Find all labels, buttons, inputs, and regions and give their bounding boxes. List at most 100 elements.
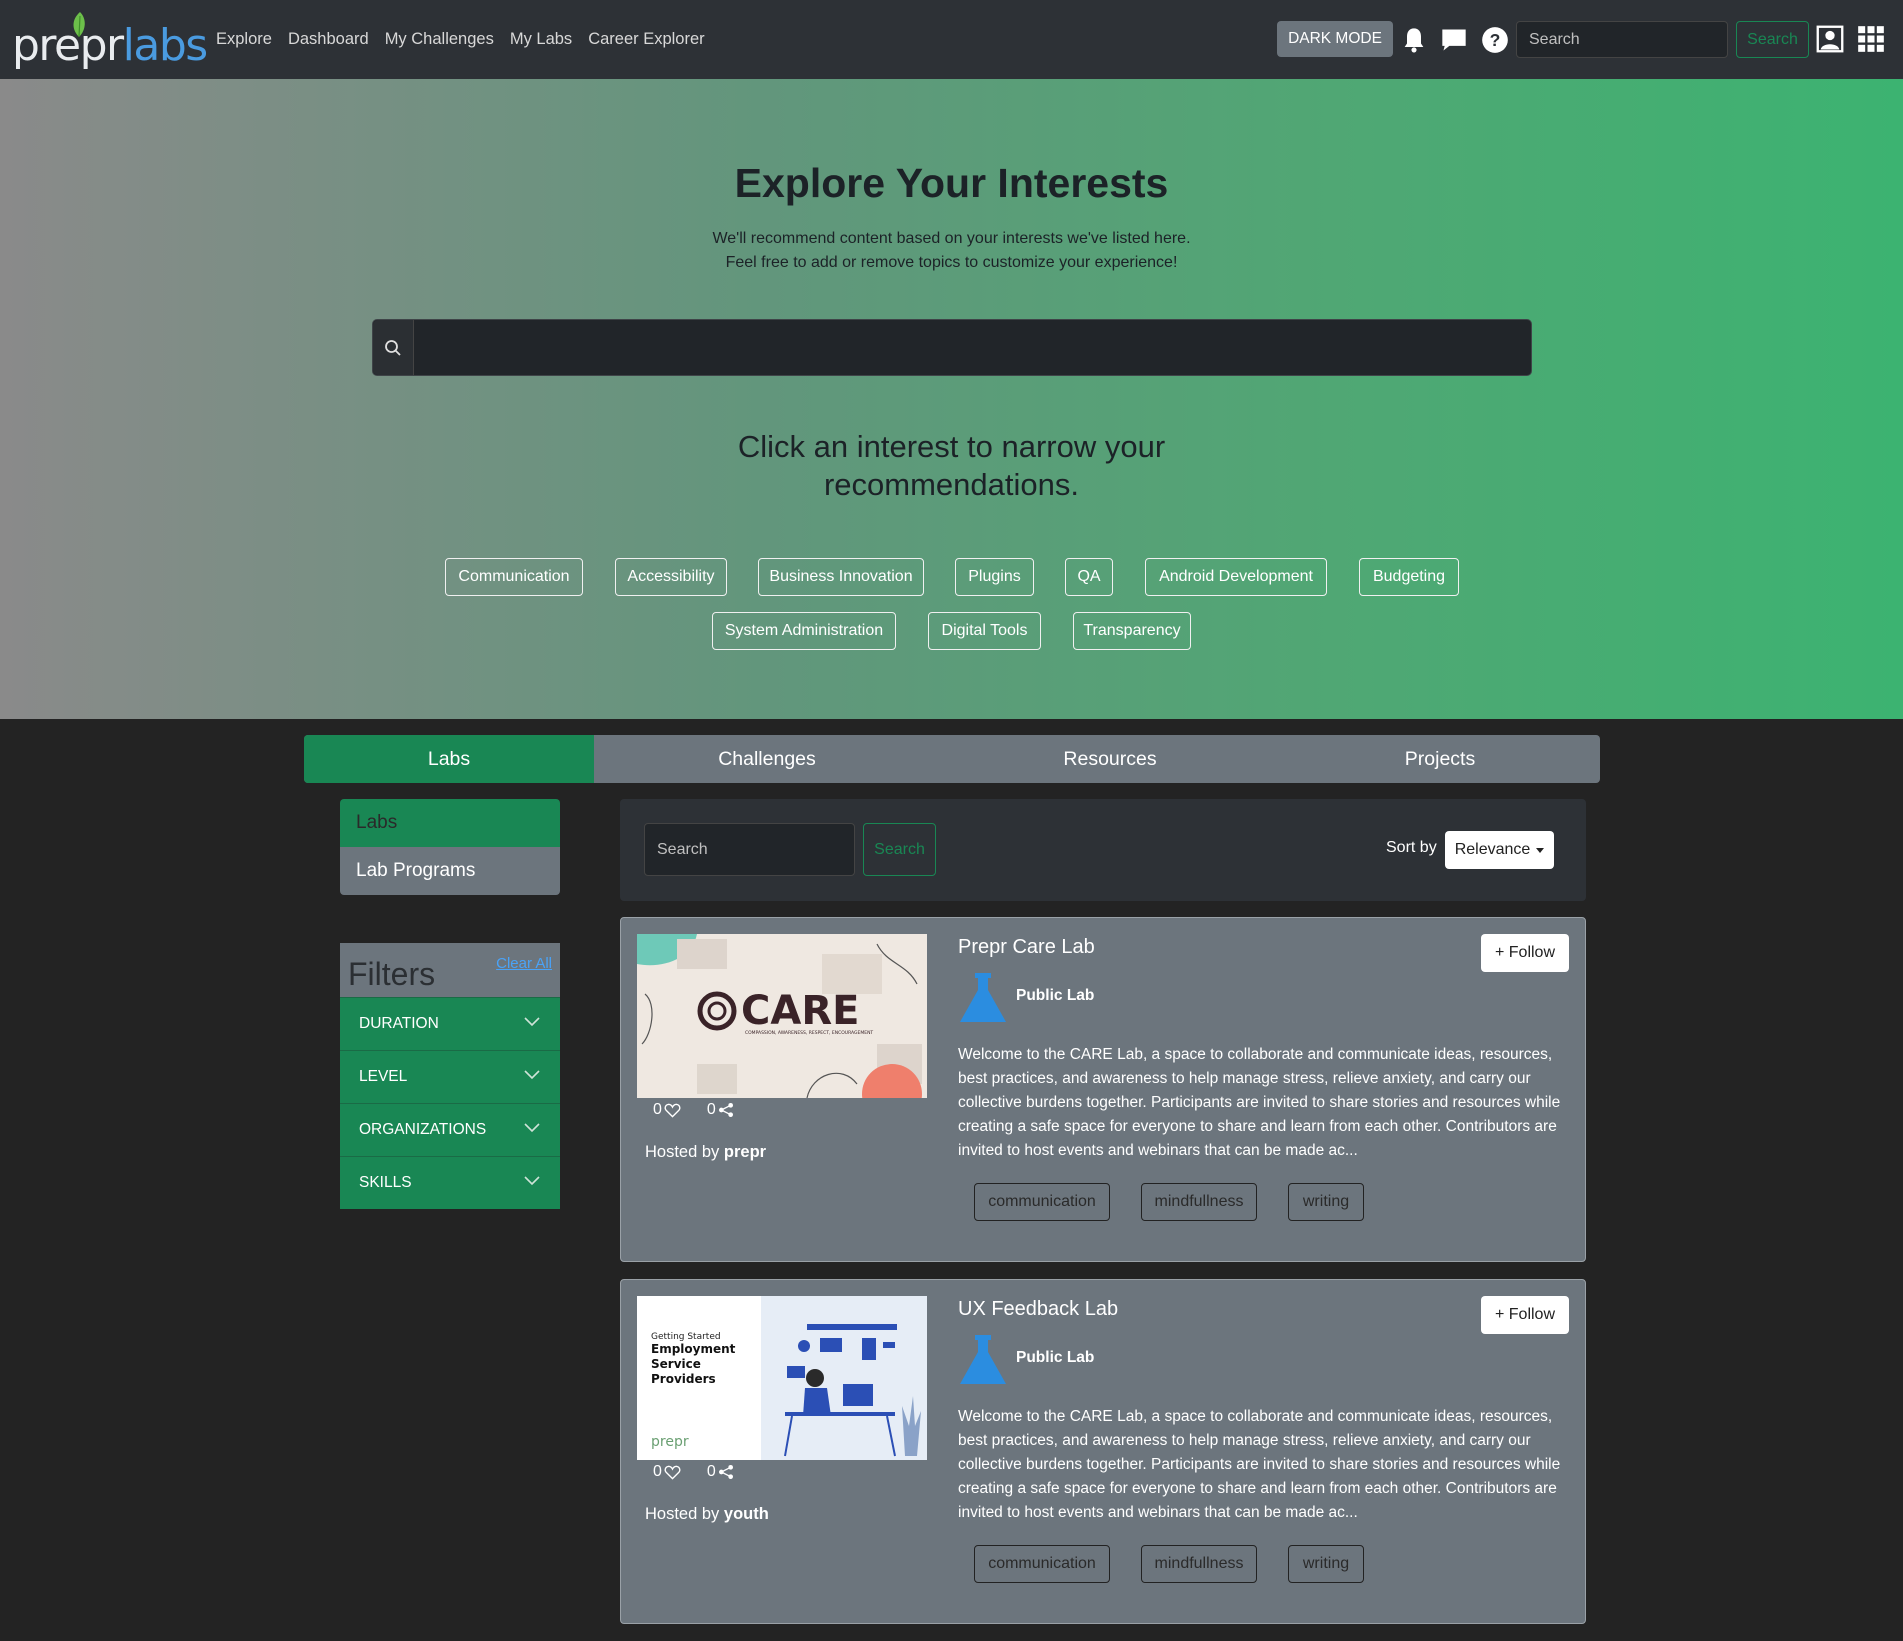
interest-chip[interactable]: Accessibility bbox=[615, 558, 727, 596]
like-count[interactable]: 0 bbox=[653, 1463, 681, 1481]
chat-icon[interactable] bbox=[1440, 26, 1468, 54]
skill-tag[interactable]: communication bbox=[974, 1183, 1110, 1221]
heart-icon bbox=[664, 1103, 681, 1118]
top-navbar: preprlabs Explore Dashboard My Challenge… bbox=[0, 0, 1903, 79]
side-nav-lab-programs[interactable]: Lab Programs bbox=[340, 847, 560, 895]
logo-text: preprlabs bbox=[12, 20, 208, 71]
filter-label: SKILLS bbox=[359, 1174, 412, 1191]
side-nav-labs[interactable]: Labs bbox=[340, 799, 560, 847]
sort-label: Sort by bbox=[1386, 839, 1437, 856]
hosted-by: Hosted by prepr bbox=[645, 1143, 767, 1161]
lab-type: Public Lab bbox=[1016, 987, 1095, 1004]
thumb-care-text: CARE bbox=[741, 988, 859, 1034]
skill-tag[interactable]: mindfullness bbox=[1141, 1545, 1257, 1583]
skill-tag[interactable]: communication bbox=[974, 1545, 1110, 1583]
labs-search-input[interactable]: Search bbox=[644, 823, 855, 876]
chevron-down-icon bbox=[524, 1070, 540, 1080]
lab-description: Welcome to the CARE Lab, a space to coll… bbox=[958, 1046, 1561, 1159]
filter-label: ORGANIZATIONS bbox=[359, 1121, 487, 1138]
follow-button[interactable]: + Follow bbox=[1481, 1296, 1569, 1334]
bell-icon[interactable] bbox=[1400, 26, 1428, 54]
lab-thumbnail[interactable]: Getting Started Employment Service Provi… bbox=[637, 1296, 927, 1460]
nav-my-labs[interactable]: My Labs bbox=[510, 30, 572, 49]
tab-projects[interactable]: Projects bbox=[1280, 735, 1600, 783]
filters-title: Filters bbox=[348, 956, 436, 992]
filter-label: DURATION bbox=[359, 1015, 439, 1032]
interest-chip[interactable]: Plugins bbox=[955, 558, 1034, 596]
lab-title[interactable]: Prepr Care Lab bbox=[958, 936, 1095, 959]
filter-level[interactable]: LEVEL bbox=[340, 1050, 560, 1103]
nav-links: Explore Dashboard My Challenges My Labs … bbox=[216, 0, 705, 79]
profile-icon[interactable] bbox=[1816, 25, 1844, 53]
filter-duration[interactable]: DURATION bbox=[340, 997, 560, 1050]
flask-icon bbox=[960, 973, 1006, 1022]
nav-my-challenges[interactable]: My Challenges bbox=[385, 30, 494, 49]
nav-search-button[interactable]: Search bbox=[1736, 21, 1809, 58]
filter-label: LEVEL bbox=[359, 1068, 408, 1085]
thumb-logo: prepr bbox=[651, 1434, 689, 1450]
hosted-by: Hosted by youth bbox=[645, 1505, 769, 1523]
heart-icon bbox=[664, 1465, 681, 1480]
hero-section: Explore Your Interests We'll recommend c… bbox=[0, 79, 1903, 719]
lab-type: Public Lab bbox=[1016, 1349, 1095, 1366]
tab-resources[interactable]: Resources bbox=[940, 735, 1280, 783]
filter-skills[interactable]: SKILLS bbox=[340, 1156, 560, 1209]
lab-stats: 0 0 bbox=[653, 1101, 734, 1119]
chevron-down-icon bbox=[524, 1017, 540, 1027]
nav-career-explorer[interactable]: Career Explorer bbox=[588, 30, 704, 49]
nav-explore[interactable]: Explore bbox=[216, 30, 272, 49]
hero-subtitle: We'll recommend content based on your in… bbox=[712, 230, 1191, 271]
svg-text:?: ? bbox=[1490, 30, 1501, 50]
lab-thumbnail[interactable]: CARE COMPASSION, AWARENESS, RESPECT, ENC… bbox=[637, 934, 927, 1098]
interest-chip[interactable]: Transparency bbox=[1073, 612, 1191, 650]
sort-dropdown[interactable]: Relevance bbox=[1445, 831, 1554, 869]
skill-tag[interactable]: mindfullness bbox=[1141, 1183, 1257, 1221]
host-name[interactable]: prepr bbox=[724, 1143, 766, 1161]
apps-grid-icon[interactable] bbox=[1857, 25, 1885, 53]
skill-tag[interactable]: writing bbox=[1288, 1183, 1364, 1221]
interest-chip[interactable]: Digital Tools bbox=[928, 612, 1041, 650]
preprlabs-logo[interactable]: preprlabs bbox=[12, 10, 208, 68]
interest-search-input[interactable] bbox=[372, 319, 1532, 376]
labs-search-button[interactable]: Search bbox=[863, 823, 936, 876]
chevron-down-icon bbox=[524, 1123, 540, 1133]
thumb-care-subtitle: COMPASSION, AWARENESS, RESPECT, ENCOURAG… bbox=[745, 1030, 873, 1036]
hero-title: Explore Your Interests bbox=[734, 160, 1169, 206]
nav-search-input[interactable]: Search bbox=[1516, 21, 1728, 58]
dark-mode-button[interactable]: DARK MODE bbox=[1277, 21, 1393, 57]
tab-labs[interactable]: Labs bbox=[304, 735, 594, 783]
share-count[interactable]: 0 bbox=[707, 1463, 734, 1481]
lab-card[interactable]: CARE COMPASSION, AWARENESS, RESPECT, ENC… bbox=[620, 917, 1586, 1262]
follow-button[interactable]: + Follow bbox=[1481, 934, 1569, 972]
lab-title[interactable]: UX Feedback Lab bbox=[958, 1298, 1118, 1321]
filters-panel: Filters Clear All DURATION LEVEL ORGANIZ… bbox=[340, 943, 560, 1209]
like-count[interactable]: 0 bbox=[653, 1101, 681, 1119]
chevron-down-icon bbox=[524, 1176, 540, 1186]
tab-challenges[interactable]: Challenges bbox=[594, 735, 940, 783]
labs-search-panel: Search Search Sort by Relevance bbox=[620, 799, 1586, 901]
thumb-line2: Service bbox=[651, 1357, 701, 1371]
interest-chip[interactable]: Business Innovation bbox=[758, 558, 924, 596]
thumb-line1: Employment bbox=[651, 1342, 736, 1356]
clear-all-link[interactable]: Clear All bbox=[496, 955, 552, 972]
interest-chip[interactable]: QA bbox=[1065, 558, 1113, 596]
leaf-icon bbox=[73, 12, 85, 38]
filters-header: Filters Clear All bbox=[340, 943, 560, 997]
nav-dashboard[interactable]: Dashboard bbox=[288, 30, 369, 49]
share-icon bbox=[718, 1465, 733, 1479]
host-name[interactable]: youth bbox=[724, 1505, 769, 1523]
caret-down-icon bbox=[1536, 847, 1545, 853]
help-icon[interactable]: ? bbox=[1481, 26, 1509, 54]
thumb-small-text: Getting Started bbox=[651, 1332, 721, 1342]
share-count[interactable]: 0 bbox=[707, 1101, 734, 1119]
hero-heading: Click an interest to narrow your recomme… bbox=[737, 429, 1166, 502]
interest-chip[interactable]: Communication bbox=[445, 558, 583, 596]
interest-chip[interactable]: Android Development bbox=[1145, 558, 1327, 596]
lab-card[interactable]: Getting Started Employment Service Provi… bbox=[620, 1279, 1586, 1624]
interest-chip[interactable]: System Administration bbox=[712, 612, 896, 650]
interest-chip[interactable]: Budgeting bbox=[1359, 558, 1459, 596]
content-tabs: Labs Challenges Resources Projects bbox=[304, 735, 1600, 783]
filter-organizations[interactable]: ORGANIZATIONS bbox=[340, 1103, 560, 1156]
skill-tag[interactable]: writing bbox=[1288, 1545, 1364, 1583]
flask-icon bbox=[960, 1335, 1006, 1384]
